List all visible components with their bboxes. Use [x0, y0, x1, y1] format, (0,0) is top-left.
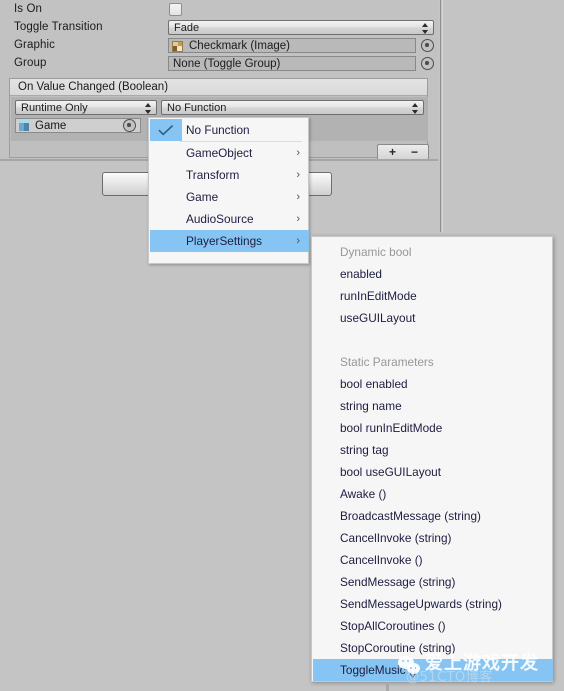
- scrollbar-nub[interactable]: [386, 682, 389, 691]
- function-value: No Function: [167, 102, 227, 114]
- submenu-item-bool-usegui-layout[interactable]: bool useGUILayout: [313, 461, 553, 483]
- event-target-picker-icon[interactable]: [123, 119, 136, 132]
- submenu-item-togglemusic[interactable]: ToggleMusic (): [313, 659, 553, 681]
- playersettings-submenu: Dynamic bool enabled runInEditMode useGU…: [311, 236, 553, 682]
- submenu-item-label: bool runInEditMode: [340, 421, 443, 435]
- submenu-item-label: BroadcastMessage (string): [340, 509, 481, 523]
- menu-item-label: Game: [186, 190, 219, 204]
- toggle-transition-dropdown[interactable]: Fade: [168, 20, 434, 35]
- checkmark-icon: [150, 119, 182, 141]
- menu-item-label: PlayerSettings: [186, 234, 263, 248]
- menu-item-label: Transform: [186, 168, 240, 182]
- submenu-item-cancelinvoke-string[interactable]: CancelInvoke (string): [313, 527, 553, 549]
- menu-item-label: AudioSource: [186, 212, 254, 226]
- group-object-field[interactable]: None (Toggle Group): [168, 56, 416, 71]
- submenu-item-sendmessageupwards[interactable]: SendMessageUpwards (string): [313, 593, 553, 615]
- submenu-item-label: CancelInvoke (): [340, 553, 423, 567]
- submenu-item-label: bool useGUILayout: [340, 465, 441, 479]
- submenu-item-string-name[interactable]: string name: [313, 395, 553, 417]
- submenu-item-label: ToggleMusic (): [340, 663, 417, 677]
- property-row-graphic: Graphic Checkmark (Image): [0, 37, 438, 54]
- submenu-item-enabled[interactable]: enabled: [313, 263, 553, 285]
- submenu-item-stopallcoroutines[interactable]: StopAllCoroutines (): [313, 615, 553, 637]
- submenu-item-bool-runineditmode[interactable]: bool runInEditMode: [313, 417, 553, 439]
- toggle-transition-value: Fade: [174, 22, 200, 34]
- add-event-button[interactable]: +: [389, 145, 396, 160]
- submenu-item-broadcastmessage[interactable]: BroadcastMessage (string): [313, 505, 553, 527]
- submenu-item-label: string name: [340, 399, 402, 413]
- menu-item-audiosource[interactable]: AudioSource ›: [150, 208, 309, 230]
- group-object-value: None (Toggle Group): [173, 58, 281, 70]
- submenu-header-static-parameters: Static Parameters: [313, 351, 553, 373]
- call-mode-dropdown[interactable]: Runtime Only: [15, 100, 157, 115]
- function-dropdown[interactable]: No Function: [161, 100, 424, 115]
- submenu-item-label: CancelInvoke (string): [340, 531, 452, 545]
- event-target-object-value: Game: [35, 120, 67, 132]
- call-mode-value: Runtime Only: [21, 102, 88, 114]
- submenu-item-label: SendMessage (string): [340, 575, 456, 589]
- property-label: Group: [14, 57, 47, 69]
- event-list-title: On Value Changed (Boolean): [18, 81, 169, 93]
- submenu-item-label: bool enabled: [340, 377, 408, 391]
- submenu-header-dynamic-bool: Dynamic bool: [313, 241, 553, 263]
- submenu-item-bool-enabled[interactable]: bool enabled: [313, 373, 553, 395]
- submenu-item-label: Awake (): [340, 487, 387, 501]
- event-list-header: On Value Changed (Boolean): [10, 79, 427, 96]
- game-object-cube-icon: [18, 120, 31, 132]
- remove-event-button[interactable]: −: [411, 145, 418, 160]
- chevron-right-icon: ›: [296, 213, 300, 225]
- submenu-item-label: enabled: [340, 267, 382, 281]
- property-row-group: Group None (Toggle Group): [0, 55, 438, 72]
- event-list-add-remove-buttons: + −: [377, 144, 429, 160]
- menu-item-playersettings[interactable]: PlayerSettings ›: [150, 230, 309, 252]
- submenu-item-label: runInEditMode: [340, 289, 417, 303]
- property-label: Graphic: [14, 39, 55, 51]
- image-asset-icon: [172, 41, 183, 52]
- chevron-right-icon: ›: [296, 169, 300, 181]
- property-label: Toggle Transition: [14, 21, 103, 33]
- menu-item-game[interactable]: Game ›: [150, 186, 309, 208]
- submenu-item-runineditmode[interactable]: runInEditMode: [313, 285, 553, 307]
- graphic-object-picker-icon[interactable]: [421, 39, 434, 52]
- submenu-item-label: StopAllCoroutines (): [340, 619, 446, 633]
- menu-item-transform[interactable]: Transform ›: [150, 164, 309, 186]
- chevron-updown-icon: [422, 23, 429, 34]
- chevron-updown-icon: [145, 103, 152, 114]
- chevron-right-icon: ›: [296, 191, 300, 203]
- submenu-item-usegui-layout[interactable]: useGUILayout: [313, 307, 553, 329]
- function-dropdown-menu: No Function GameObject › Transform › Gam…: [148, 117, 309, 264]
- submenu-item-label: Static Parameters: [340, 355, 434, 369]
- chevron-right-icon: ›: [296, 235, 300, 247]
- chevron-right-icon: ›: [296, 147, 300, 159]
- submenu-item-label: useGUILayout: [340, 311, 416, 325]
- submenu-item-cancelinvoke[interactable]: CancelInvoke (): [313, 549, 553, 571]
- submenu-item-string-tag[interactable]: string tag: [313, 439, 553, 461]
- property-label: Is On: [14, 3, 42, 15]
- menu-item-no-function[interactable]: No Function: [150, 119, 309, 141]
- group-object-picker-icon[interactable]: [421, 57, 434, 70]
- unity-editor-screenshot: Is On Toggle Transition Fade Graphic Che…: [0, 0, 564, 691]
- panel-right-edge-highlight: [442, 0, 443, 232]
- menu-item-label: No Function: [186, 123, 250, 137]
- submenu-item-label: SendMessageUpwards (string): [340, 597, 502, 611]
- submenu-item-sendmessage[interactable]: SendMessage (string): [313, 571, 553, 593]
- panel-right-edge: [440, 0, 441, 232]
- menu-item-label: GameObject: [186, 146, 253, 160]
- submenu-item-label: Dynamic bool: [340, 245, 412, 259]
- graphic-object-value: Checkmark (Image): [189, 40, 290, 52]
- property-row-is-on: Is On: [0, 1, 438, 18]
- menu-item-gameobject[interactable]: GameObject ›: [150, 142, 309, 164]
- submenu-item-label: StopCoroutine (string): [340, 641, 456, 655]
- submenu-item-stopcoroutine[interactable]: StopCoroutine (string): [313, 637, 553, 659]
- is-on-checkbox[interactable]: [169, 3, 182, 16]
- submenu-item-awake[interactable]: Awake (): [313, 483, 553, 505]
- chevron-updown-icon: [412, 103, 419, 114]
- property-row-toggle-transition: Toggle Transition Fade: [0, 19, 438, 36]
- graphic-object-field[interactable]: Checkmark (Image): [168, 38, 416, 53]
- submenu-item-label: string tag: [340, 443, 389, 457]
